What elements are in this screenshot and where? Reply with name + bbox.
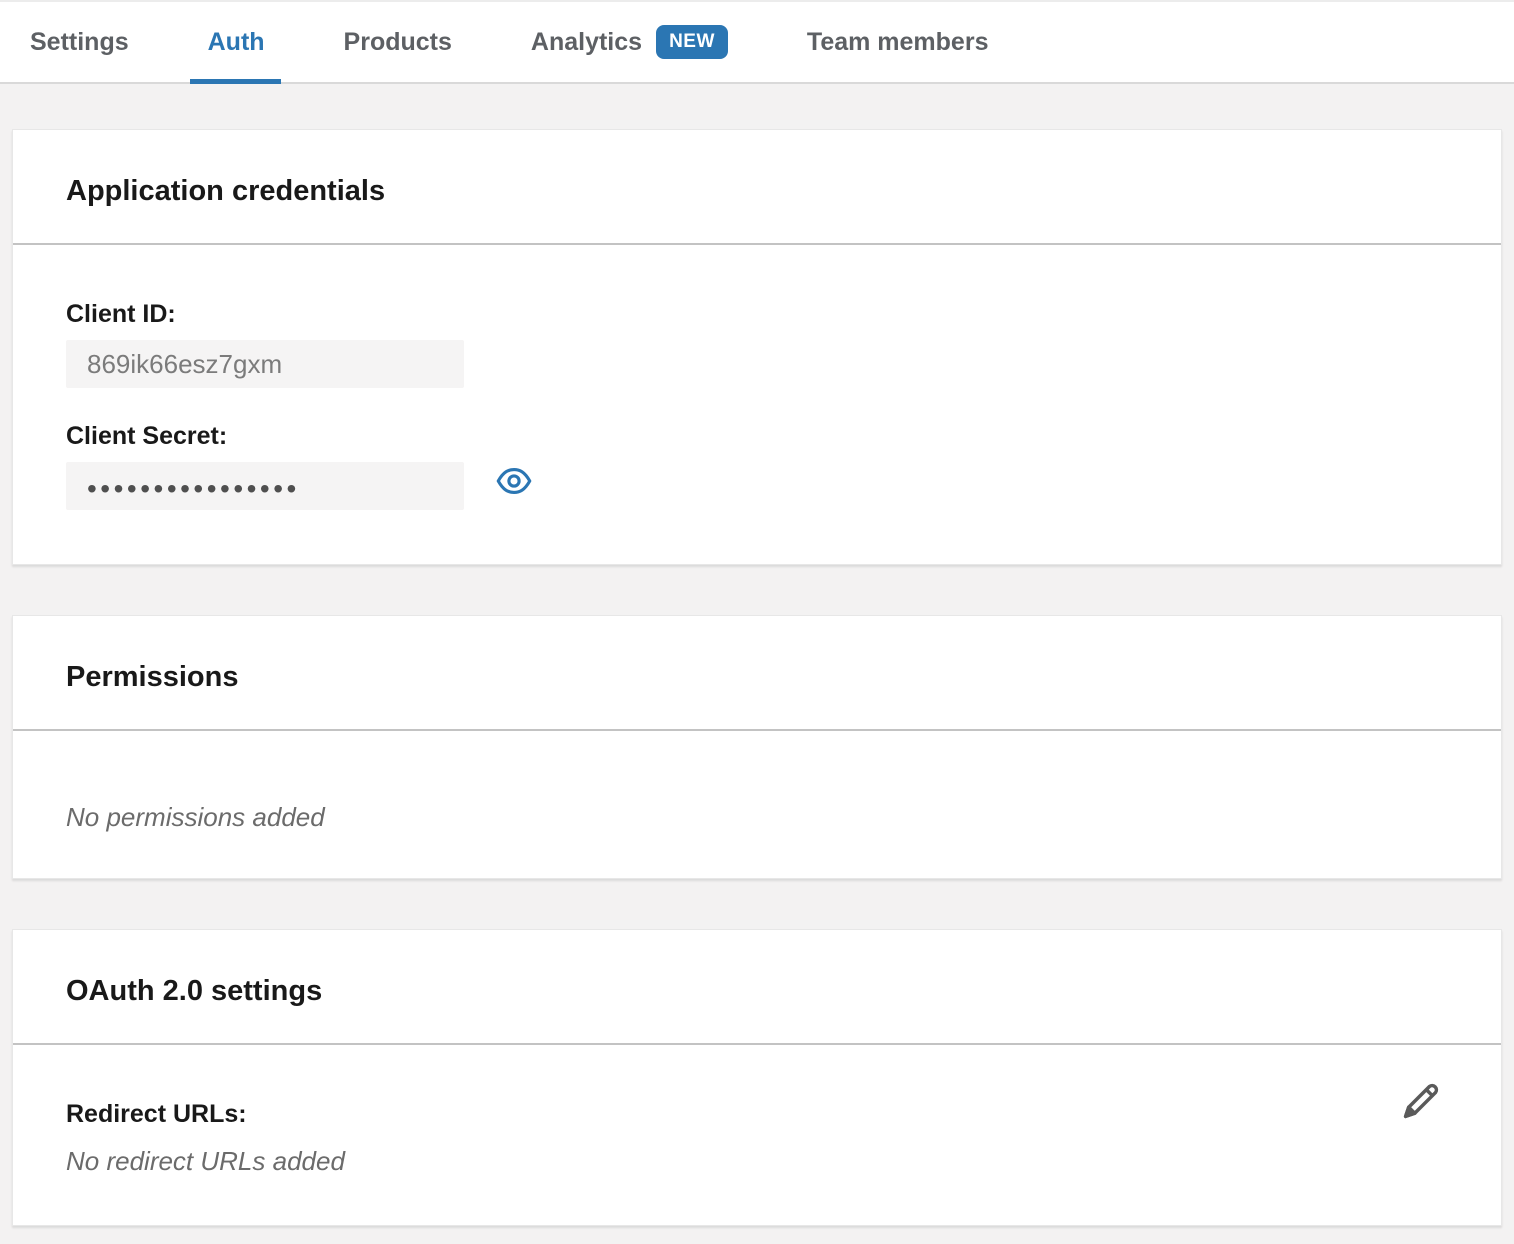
tab-settings[interactable]: Settings — [30, 2, 129, 82]
client-secret-label: Client Secret: — [66, 421, 1448, 451]
application-credentials-body: Client ID: 869ik66esz7gxm Client Secret:… — [13, 243, 1501, 564]
new-badge: NEW — [656, 25, 728, 59]
application-credentials-header: Application credentials — [13, 130, 1501, 243]
client-id-value: 869ik66esz7gxm — [87, 349, 282, 380]
tab-bar: Settings Auth Products Analytics NEW Tea… — [0, 0, 1514, 84]
auth-tab-content: Application credentials Client ID: 869ik… — [0, 84, 1514, 1226]
client-secret-row: •••••••••••••••• — [66, 451, 1448, 510]
permissions-title: Permissions — [66, 660, 1448, 694]
redirect-urls-label: Redirect URLs: — [66, 1099, 1448, 1129]
permissions-body: No permissions added — [13, 729, 1501, 878]
tab-auth[interactable]: Auth — [208, 2, 265, 82]
edit-redirect-urls-button[interactable] — [1399, 1079, 1443, 1123]
application-credentials-card: Application credentials Client ID: 869ik… — [12, 129, 1502, 565]
client-secret-masked-value: •••••••••••••••• — [87, 469, 300, 503]
pencil-icon — [1399, 1079, 1443, 1123]
oauth-settings-header: OAuth 2.0 settings — [13, 930, 1501, 1043]
application-credentials-title: Application credentials — [66, 174, 1448, 208]
tab-analytics-label: Analytics — [531, 28, 642, 57]
oauth-settings-body: Redirect URLs: No redirect URLs added — [13, 1043, 1501, 1225]
permissions-header: Permissions — [13, 616, 1501, 729]
permissions-card: Permissions No permissions added — [12, 615, 1502, 879]
oauth-settings-card: OAuth 2.0 settings Redirect URLs: No red… — [12, 929, 1502, 1226]
tab-auth-label: Auth — [208, 28, 265, 57]
tab-team-members[interactable]: Team members — [807, 2, 989, 82]
oauth-settings-title: OAuth 2.0 settings — [66, 974, 1448, 1008]
eye-icon — [496, 465, 532, 497]
tab-products-label: Products — [344, 28, 452, 57]
permissions-empty-state: No permissions added — [66, 801, 1448, 833]
tab-settings-label: Settings — [30, 28, 129, 57]
tab-analytics[interactable]: Analytics NEW — [531, 2, 728, 82]
client-id-label: Client ID: — [66, 299, 1448, 329]
tab-products[interactable]: Products — [344, 2, 452, 82]
client-id-field[interactable]: 869ik66esz7gxm — [66, 340, 464, 388]
redirect-urls-empty-state: No redirect URLs added — [66, 1145, 1448, 1177]
reveal-client-secret-button[interactable] — [496, 463, 532, 499]
client-secret-field[interactable]: •••••••••••••••• — [66, 462, 464, 510]
tab-team-members-label: Team members — [807, 28, 989, 57]
